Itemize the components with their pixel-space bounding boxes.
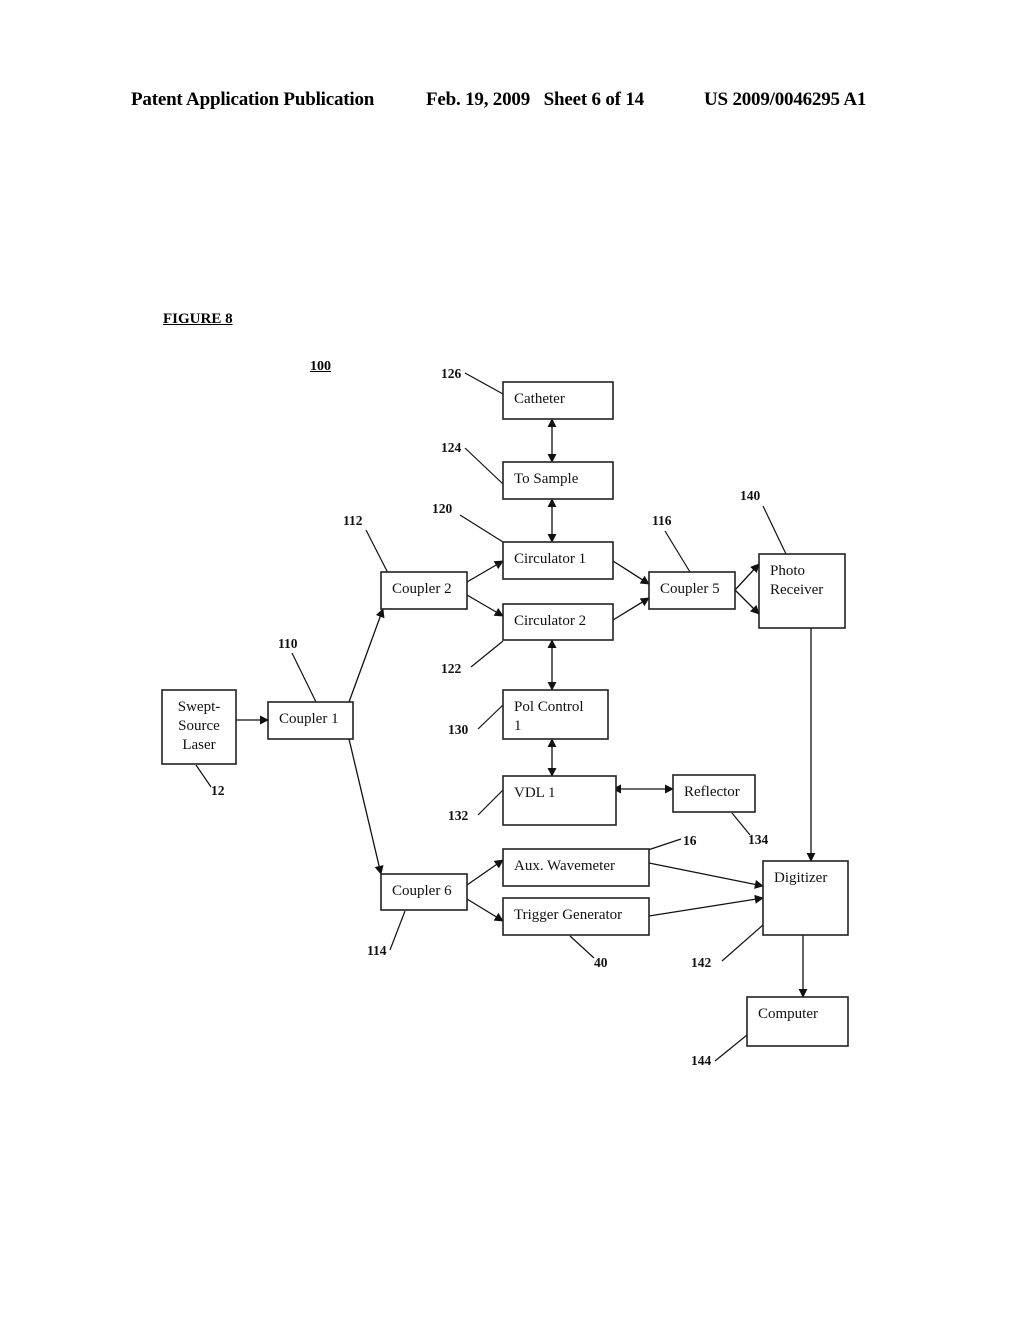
- block-label: To Sample: [514, 471, 579, 487]
- block-label: Coupler 6: [392, 883, 452, 899]
- connection-circ1-to-coupler5: [612, 560, 650, 585]
- block-circ2: Circulator 2: [502, 603, 614, 641]
- blocks-layer: Swept- Source Laser Coupler 1 Coupler 2 Coupl…: [161, 381, 849, 1047]
- block-label: Reflector: [684, 784, 740, 800]
- leader-line-140: [762, 505, 787, 555]
- connection-coupler2-to-circ2: [466, 594, 504, 617]
- ref-number-122: 122: [441, 661, 462, 676]
- connection-wavemeter-to-digitizer: [648, 862, 764, 889]
- block-label: Pol Control: [514, 699, 584, 715]
- block-coupler1: Coupler 1: [267, 701, 354, 740]
- ref-number-130: 130: [448, 722, 469, 737]
- leader-line-132: [477, 789, 504, 816]
- ref-number-116: 116: [652, 513, 672, 528]
- leader-line-40: [569, 935, 595, 959]
- block-label: 1: [514, 718, 522, 734]
- ref-number-114: 114: [367, 943, 387, 958]
- block-circ1: Circulator 1: [502, 541, 614, 580]
- block-label: Circulator 1: [514, 551, 586, 567]
- ref-number-110: 110: [278, 636, 298, 651]
- block-label: Coupler 2: [392, 581, 452, 597]
- ref-number-16: 16: [683, 833, 697, 848]
- ref-number-112: 112: [343, 513, 363, 528]
- leader-line-142: [721, 924, 764, 962]
- leader-line-122: [470, 640, 504, 668]
- connection-coupler6-to-trigger: [466, 898, 504, 922]
- ref-number-124: 124: [441, 440, 462, 455]
- leader-line-116: [664, 530, 691, 573]
- block-laser: Swept- Source Laser: [161, 689, 237, 765]
- connection-coupler2-to-circ1: [466, 560, 504, 583]
- block-digitizer: Digitizer: [762, 860, 849, 936]
- block-label: Swept-: [178, 699, 221, 715]
- connection-coupler6-to-wavemeter: [466, 859, 504, 886]
- block-reflector: Reflector: [672, 774, 756, 813]
- block-wavemeter: Aux. Wavemeter: [502, 848, 650, 887]
- block-label: VDL 1: [514, 785, 556, 801]
- block-diagram: Swept- Source Laser Coupler 1 Coupler 2 Coupl…: [161, 366, 849, 1068]
- ref-number-132: 132: [448, 808, 469, 823]
- connection-coupler1-to-coupler2: [348, 608, 385, 703]
- connection-trigger-to-digitizer: [648, 894, 764, 917]
- block-label: Trigger Generator: [514, 907, 622, 923]
- block-label: Digitizer: [774, 870, 827, 886]
- ref-number-120: 120: [432, 501, 453, 516]
- block-coupler2: Coupler 2: [380, 571, 468, 610]
- ref-number-140: 140: [740, 488, 761, 503]
- block-label: Circulator 2: [514, 613, 586, 629]
- leader-line-112: [365, 529, 391, 578]
- leader-line-144: [714, 1034, 748, 1062]
- block-label: Computer: [758, 1006, 818, 1022]
- leader-line-120: [459, 514, 504, 543]
- block-tosample: To Sample: [502, 461, 614, 500]
- block-coupler6: Coupler 6: [380, 873, 468, 911]
- connection-coupler1-to-coupler6: [348, 738, 384, 875]
- connection-coupler5-to-photo-upper: [734, 563, 760, 591]
- block-label: Photo: [770, 563, 805, 579]
- leader-line-126: [464, 372, 504, 395]
- block-label: Receiver: [770, 582, 823, 598]
- ref-number-126: 126: [441, 366, 462, 381]
- leader-line-110: [291, 652, 317, 703]
- block-label: Laser: [182, 737, 215, 753]
- block-catheter: Catheter: [502, 381, 614, 420]
- leader-line-130: [477, 704, 504, 730]
- ref-number-144: 144: [691, 1053, 712, 1068]
- leader-line-16: [644, 838, 682, 852]
- ref-number-134: 134: [748, 832, 769, 847]
- block-pol: Pol Control 1: [502, 689, 609, 740]
- leader-line-12: [195, 764, 212, 788]
- connection-coupler5-to-photo-lower: [734, 589, 760, 615]
- ref-number-142: 142: [691, 955, 712, 970]
- block-label: Coupler 5: [660, 581, 720, 597]
- connection-circ2-to-coupler5: [612, 597, 650, 621]
- block-label: Source: [178, 718, 220, 734]
- ref-number-40: 40: [594, 955, 608, 970]
- block-coupler5: Coupler 5: [648, 571, 736, 610]
- block-photo: Photo Receiver: [758, 553, 846, 629]
- block-label: Coupler 1: [279, 711, 339, 727]
- ref-number-12: 12: [211, 783, 225, 798]
- block-computer: Computer: [746, 996, 849, 1047]
- block-label: Aux. Wavemeter: [514, 858, 615, 874]
- block-trigger: Trigger Generator: [502, 897, 650, 936]
- leader-line-114: [389, 910, 406, 951]
- block-vdl: VDL 1: [502, 775, 617, 826]
- leader-line-124: [464, 447, 504, 485]
- block-label: Catheter: [514, 391, 565, 407]
